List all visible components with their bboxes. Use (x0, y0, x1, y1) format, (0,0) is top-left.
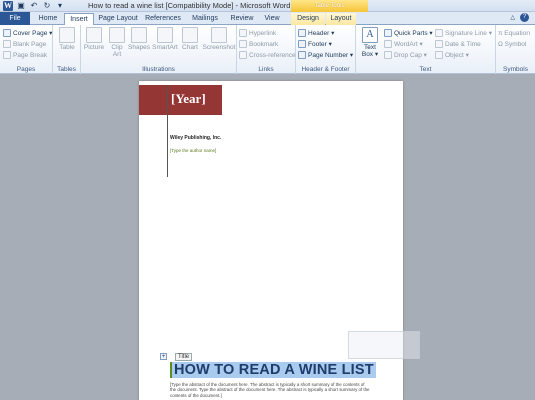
cover-page-button[interactable]: Cover Page ▾ (3, 28, 52, 38)
group-label-header-footer: Header & Footer (301, 66, 350, 73)
footer-icon (298, 40, 306, 48)
customize-icon[interactable]: ▾ (55, 1, 65, 11)
cover-page-icon (3, 29, 11, 37)
header-button[interactable]: Header ▾ (298, 28, 334, 38)
cross-reference-button[interactable]: Cross-reference (239, 50, 296, 60)
picture-button[interactable]: Picture (83, 27, 105, 51)
group-symbols: π Equation Ω Symbol Symbols (496, 25, 535, 74)
blank-page-button[interactable]: Blank Page (3, 39, 46, 49)
redo-icon[interactable]: ↻ (42, 1, 52, 11)
date-time-icon (435, 40, 443, 48)
minimize-ribbon-icon[interactable]: △ (510, 14, 515, 21)
table-icon (59, 27, 75, 43)
cover-divider-line (167, 85, 168, 177)
title-bar: W ▣ ↶ ↻ ▾ How to read a wine list [Compa… (0, 0, 535, 12)
group-text: A Text Box ▾ Quick Parts ▾ WordArt ▾ Dro… (356, 25, 496, 74)
smartart-button[interactable]: SmartArt (152, 27, 178, 51)
abstract-placeholder[interactable]: [Type the abstract of the document here.… (170, 382, 370, 398)
tab-review[interactable]: Review (226, 13, 258, 25)
group-label-text: Text (419, 66, 432, 73)
table-button[interactable]: Table (56, 27, 78, 51)
group-links: Hyperlink Bookmark Cross-reference Links (237, 25, 296, 74)
tab-file[interactable]: File (0, 12, 30, 25)
page-break-icon (3, 51, 11, 59)
group-label-symbols: Symbols (503, 66, 528, 73)
ribbon-insert: Cover Page ▾ Blank Page Page Break Pages… (0, 25, 535, 74)
drop-cap-icon (384, 51, 392, 59)
group-illustrations: Picture Clip Art Shapes SmartArt Chart S… (81, 25, 237, 74)
year-content-control[interactable]: [Year] (139, 85, 222, 115)
author-placeholder[interactable]: [Type the author name] (170, 148, 216, 153)
move-handle-icon[interactable]: + (160, 353, 167, 360)
quick-parts-icon (384, 29, 392, 37)
window-title: How to read a wine list [Compatibility M… (88, 1, 291, 10)
table-tools-context-header: Table Tools (291, 0, 368, 12)
bookmark-icon (239, 40, 247, 48)
footer-button[interactable]: Footer ▾ (298, 39, 332, 49)
document-title[interactable]: HOW TO READ A WINE LIST (170, 362, 376, 378)
mini-toolbar[interactable] (348, 331, 420, 359)
group-pages: Cover Page ▾ Blank Page Page Break Pages (0, 25, 53, 74)
screenshot-button[interactable]: Screenshot (202, 27, 236, 51)
tab-view[interactable]: View (260, 13, 284, 25)
bookmark-button[interactable]: Bookmark (239, 39, 278, 49)
group-header-footer: Header ▾ Footer ▾ Page Number ▾ Header &… (296, 25, 356, 74)
chart-button[interactable]: Chart (179, 27, 201, 51)
group-label-illustrations: Illustrations (142, 66, 175, 73)
save-icon[interactable]: ▣ (16, 1, 26, 11)
cross-reference-icon (239, 51, 247, 59)
chart-icon (182, 27, 198, 43)
tab-layout[interactable]: Layout (326, 13, 356, 25)
signature-line-icon (435, 29, 443, 37)
title-control-tag[interactable]: Title (175, 353, 193, 361)
year-placeholder[interactable]: [Year] (171, 91, 206, 107)
page-number-icon (298, 51, 306, 59)
shapes-icon (131, 27, 147, 43)
equation-button[interactable]: π Equation (498, 28, 530, 38)
hyperlink-icon (239, 29, 247, 37)
ribbon-tabs: File Home Insert Page Layout References … (0, 12, 535, 26)
wordart-button[interactable]: WordArt ▾ (384, 39, 423, 49)
text-box-icon: A (362, 27, 378, 43)
smartart-icon (157, 27, 173, 43)
date-time-button[interactable]: Date & Time (435, 39, 481, 49)
help-icon[interactable]: ? (520, 13, 529, 22)
tab-design[interactable]: Design (291, 13, 325, 25)
tab-home[interactable]: Home (33, 13, 63, 25)
document-area[interactable]: [Year] Wiley Publishing, Inc. [Type the … (0, 75, 535, 400)
tab-mailings[interactable]: Mailings (188, 13, 222, 25)
page-number-button[interactable]: Page Number ▾ (298, 50, 353, 60)
signature-line-button[interactable]: Signature Line ▾ (435, 28, 492, 38)
picture-icon (86, 27, 102, 43)
group-label-links: Links (258, 66, 274, 73)
blank-page-icon (3, 40, 11, 48)
group-label-tables: Tables (57, 66, 76, 73)
group-label-pages: Pages (16, 66, 36, 73)
page-break-button[interactable]: Page Break (3, 50, 47, 60)
tab-references[interactable]: References (143, 13, 183, 25)
omega-icon: Ω (498, 40, 505, 48)
text-box-button[interactable]: A Text Box ▾ (359, 27, 381, 58)
quick-access-toolbar: W ▣ ↶ ↻ ▾ (0, 0, 65, 12)
tab-page-layout[interactable]: Page Layout (96, 13, 140, 25)
wordart-icon (384, 40, 392, 48)
shapes-button[interactable]: Shapes (128, 27, 150, 51)
hyperlink-button[interactable]: Hyperlink (239, 28, 276, 38)
clip-art-icon (109, 27, 125, 43)
symbol-button[interactable]: Ω Symbol (498, 39, 526, 49)
clip-art-button[interactable]: Clip Art (106, 27, 128, 58)
quick-parts-button[interactable]: Quick Parts ▾ (384, 28, 433, 38)
group-tables: Table Tables (53, 25, 81, 74)
word-icon[interactable]: W (3, 1, 13, 11)
screenshot-icon (211, 27, 227, 43)
company-name[interactable]: Wiley Publishing, Inc. (170, 135, 221, 141)
undo-icon[interactable]: ↶ (29, 1, 39, 11)
object-icon (435, 51, 443, 59)
drop-cap-button[interactable]: Drop Cap ▾ (384, 50, 427, 60)
object-button[interactable]: Object ▾ (435, 50, 469, 60)
header-icon (298, 29, 306, 37)
